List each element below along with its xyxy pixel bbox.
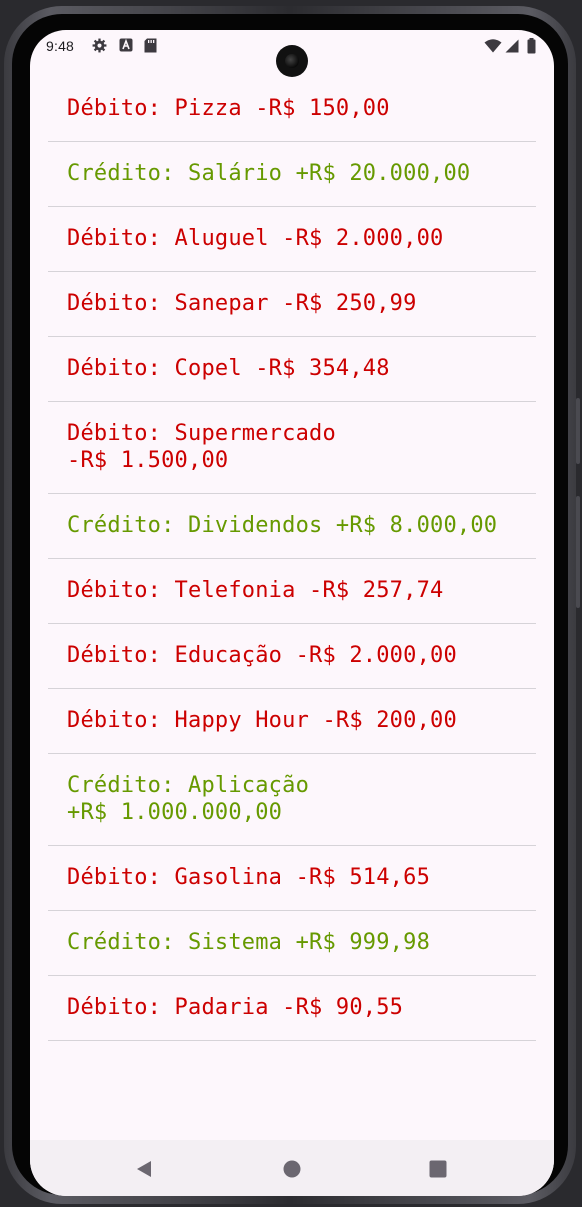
transaction-text: Débito: Sanepar -R$ 250,99 (67, 291, 417, 316)
transaction-item[interactable]: Débito: Telefonia -R$ 257,74 (48, 559, 536, 624)
front-camera (276, 45, 308, 77)
transaction-item[interactable]: Débito: Padaria -R$ 90,55 (48, 976, 536, 1041)
transaction-item[interactable]: Débito: Supermercado -R$ 1.500,00 (48, 402, 536, 494)
transaction-amount: +R$ 1.000.000,00 (67, 800, 283, 825)
device-screen: 9:48 Débito: Pizza -R$ 150,00 Crédito: S… (30, 30, 554, 1196)
transaction-item[interactable]: Débito: Copel -R$ 354,48 (48, 337, 536, 402)
transaction-text: Débito: Aluguel -R$ 2.000,00 (67, 226, 444, 251)
transaction-item[interactable]: Crédito: Aplicação +R$ 1.000.000,00 (48, 754, 536, 846)
transaction-item[interactable]: Débito: Sanepar -R$ 250,99 (48, 272, 536, 337)
transaction-item[interactable]: Débito: Educação -R$ 2.000,00 (48, 624, 536, 689)
wifi-icon (484, 39, 502, 57)
transaction-text: Crédito: Dividendos +R$ 8.000,00 (67, 513, 498, 538)
recents-icon[interactable] (427, 1158, 449, 1180)
transaction-text: Débito: Copel -R$ 354,48 (67, 356, 390, 381)
transaction-amount: -R$ 1.500,00 (67, 448, 229, 473)
navigation-bar (30, 1140, 554, 1196)
back-icon[interactable] (133, 1158, 155, 1180)
transaction-item[interactable]: Crédito: Salário +R$ 20.000,00 (48, 142, 536, 207)
home-icon[interactable] (281, 1158, 303, 1180)
transaction-item[interactable]: Débito: Happy Hour -R$ 200,00 (48, 689, 536, 754)
a-badge-icon (119, 38, 133, 56)
transaction-item[interactable]: Crédito: Sistema +R$ 999,98 (48, 911, 536, 976)
transaction-text: Crédito: Aplicação (67, 773, 310, 798)
settings-gear-icon (92, 38, 107, 57)
transaction-text: Débito: Educação -R$ 2.000,00 (67, 643, 457, 668)
transaction-text: Débito: Telefonia -R$ 257,74 (67, 578, 444, 603)
transaction-text: Débito: Happy Hour -R$ 200,00 (67, 708, 457, 733)
power-button (576, 398, 580, 464)
transaction-text: Débito: Gasolina -R$ 514,65 (67, 865, 431, 890)
battery-icon (527, 38, 536, 58)
transaction-item[interactable]: Débito: Aluguel -R$ 2.000,00 (48, 207, 536, 272)
transaction-item[interactable]: Crédito: Dividendos +R$ 8.000,00 (48, 494, 536, 559)
transaction-item[interactable]: Débito: Gasolina -R$ 514,65 (48, 846, 536, 911)
volume-button (576, 496, 580, 608)
transaction-text: Débito: Supermercado (67, 421, 336, 446)
transaction-item[interactable]: Débito: Pizza -R$ 150,00 (48, 77, 536, 142)
transaction-text: Débito: Padaria -R$ 90,55 (67, 995, 404, 1020)
status-time: 9:48 (46, 38, 75, 54)
transaction-list[interactable]: Débito: Pizza -R$ 150,00 Crédito: Salári… (48, 77, 536, 1041)
transaction-text: Crédito: Sistema +R$ 999,98 (67, 930, 431, 955)
transaction-text: Crédito: Salário +R$ 20.000,00 (67, 161, 471, 186)
signal-icon (505, 39, 519, 57)
sd-card-icon (144, 38, 157, 57)
transaction-text: Débito: Pizza -R$ 150,00 (67, 96, 390, 121)
